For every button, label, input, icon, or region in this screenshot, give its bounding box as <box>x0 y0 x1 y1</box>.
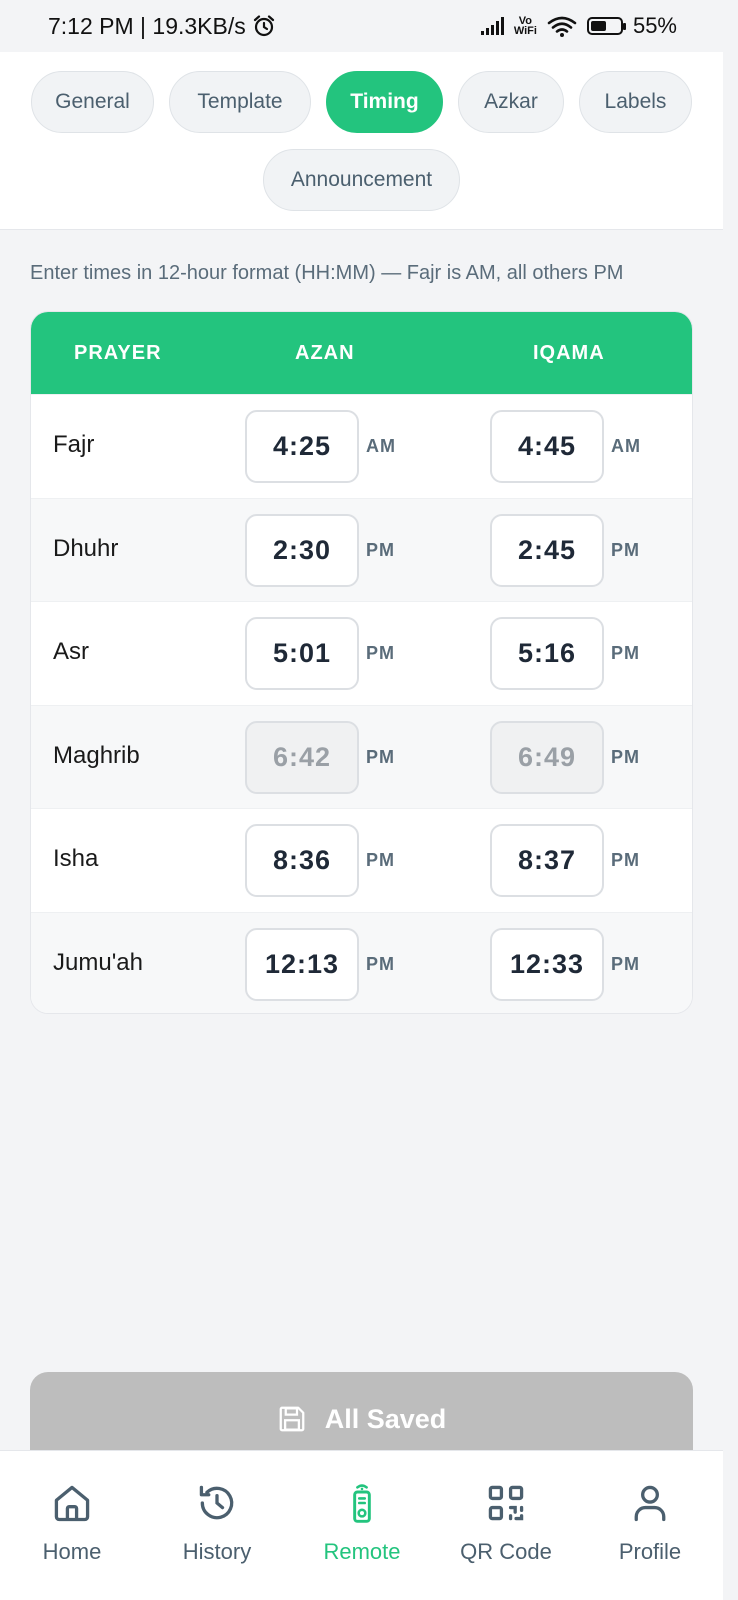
table-row: Dhuhr 2:30 PM 2:45 PM <box>31 497 692 601</box>
prayer-name: Jumu'ah <box>53 948 143 976</box>
table-row: Jumu'ah 12:13 PM 12:33 PM <box>31 911 692 1013</box>
prayer-name: Asr <box>53 638 89 665</box>
azan-time-input[interactable]: 5:01 <box>245 617 359 690</box>
save-button-label: All Saved <box>324 1404 447 1434</box>
qr-code-icon <box>488 1485 524 1521</box>
vowifi-line2: WiFi <box>513 25 537 37</box>
azan-time-input[interactable]: 8:36 <box>245 824 359 897</box>
signal-icon <box>480 17 504 35</box>
azan-period: PM <box>366 850 395 870</box>
nav-home-label: Home <box>42 1539 102 1564</box>
alarm-icon <box>253 15 274 37</box>
prayer-name: Maghrib <box>53 741 140 769</box>
nav-history-label: History <box>182 1539 252 1564</box>
table-row: Isha 8:36 PM 8:37 PM <box>31 808 692 912</box>
iqama-period: PM <box>611 850 640 870</box>
azan-time-input: 6:42 <box>245 720 359 794</box>
settings-tabs: General Template Timing Azkar Labels Ann… <box>0 52 723 230</box>
iqama-time-input[interactable]: 12:33 <box>490 927 604 1001</box>
iqama-time-input[interactable]: 8:37 <box>490 824 604 897</box>
header-azan: AZAN <box>295 342 355 364</box>
iqama-period: PM <box>611 953 640 974</box>
header-prayer: PRAYER <box>74 342 162 364</box>
prayer-name: Fajr <box>53 431 95 458</box>
remote-icon <box>353 1484 371 1523</box>
table-header: PRAYER AZAN IQAMA <box>31 312 692 394</box>
nav-profile-label: Profile <box>618 1539 682 1564</box>
iqama-time-input: 6:49 <box>490 720 604 794</box>
azan-time-input[interactable]: 2:30 <box>245 513 359 587</box>
azan-period: PM <box>366 953 395 974</box>
status-bar: 7:12 PM | 19.3KB/s Vo WiFi 55% <box>0 0 723 52</box>
tab-timing[interactable]: Timing <box>326 71 443 133</box>
table-row: Fajr 4:25 AM 4:45 AM <box>31 394 692 498</box>
azan-period: PM <box>366 746 395 767</box>
iqama-time-input[interactable]: 4:45 <box>490 410 604 483</box>
nav-history[interactable]: History <box>152 1481 282 1565</box>
tab-general[interactable]: General <box>31 71 154 133</box>
prayer-name: Isha <box>53 845 99 872</box>
status-left: 7:12 PM | 19.3KB/s <box>48 13 276 40</box>
iqama-period: AM <box>611 436 641 456</box>
prayer-name: Dhuhr <box>53 534 119 562</box>
status-right: Vo WiFi 55% <box>480 13 677 39</box>
iqama-period: PM <box>611 643 640 663</box>
header-iqama: IQAMA <box>533 342 605 364</box>
home-icon <box>54 1485 90 1522</box>
table-row: Maghrib 6:42 PM 6:49 PM <box>31 704 692 808</box>
azan-period: PM <box>366 643 395 663</box>
iqama-time-input[interactable]: 5:16 <box>490 617 604 690</box>
prayer-times-table: PRAYER AZAN IQAMA Fajr 4:25 AM 4:45 AM D… <box>30 311 693 1014</box>
tab-template[interactable]: Template <box>169 71 311 133</box>
save-icon <box>279 1406 305 1432</box>
battery-icon <box>586 17 626 35</box>
iqama-period: PM <box>611 746 640 767</box>
table-row: Asr 5:01 PM 5:16 PM <box>31 601 692 705</box>
wifi-icon <box>547 16 577 37</box>
vowifi-icon: Vo WiFi <box>513 16 537 37</box>
status-time: 7:12 PM | 19.3KB/s <box>48 12 246 39</box>
tab-announcement[interactable]: Announcement <box>263 149 460 211</box>
tab-labels[interactable]: Labels <box>579 71 692 133</box>
bottom-nav: Home History Remote QR Code Profile <box>0 1450 723 1600</box>
iqama-period: PM <box>611 539 640 560</box>
battery-percent: 55% <box>632 13 677 38</box>
nav-home[interactable]: Home <box>7 1481 137 1565</box>
tab-azkar[interactable]: Azkar <box>458 71 564 133</box>
nav-remote-label: Remote <box>323 1539 401 1564</box>
iqama-time-input[interactable]: 2:45 <box>490 513 604 587</box>
profile-icon <box>634 1485 666 1522</box>
azan-time-input[interactable]: 12:13 <box>245 927 359 1001</box>
format-hint: Enter times in 12-hour format (HH:MM) — … <box>30 262 624 284</box>
azan-period: AM <box>366 436 396 456</box>
nav-profile[interactable]: Profile <box>585 1481 715 1565</box>
azan-time-input[interactable]: 4:25 <box>245 410 359 483</box>
nav-qr-code-label: QR Code <box>460 1539 552 1564</box>
history-icon <box>199 1485 234 1520</box>
nav-remote[interactable]: Remote <box>297 1481 427 1565</box>
nav-qr-code[interactable]: QR Code <box>441 1481 571 1565</box>
azan-period: PM <box>366 539 395 560</box>
